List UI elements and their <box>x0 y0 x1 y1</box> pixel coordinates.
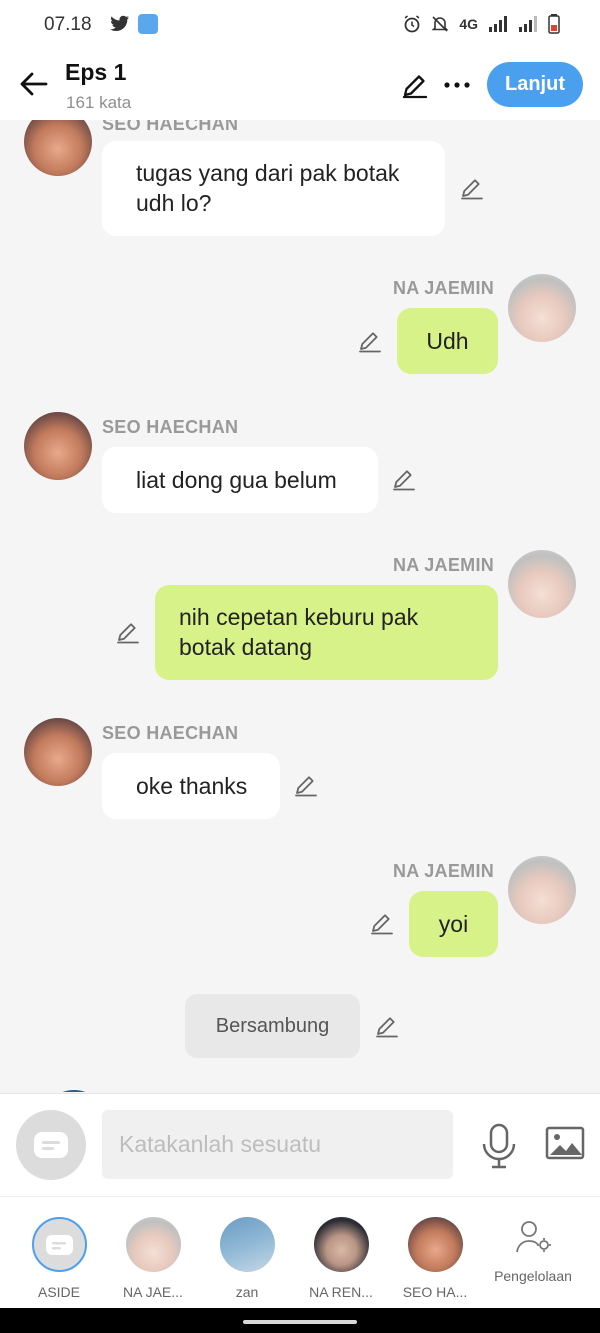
edit-message-pencil-icon[interactable] <box>357 328 383 354</box>
pencil-icon[interactable] <box>400 70 430 100</box>
character-label: Pengelolaan <box>494 1268 572 1284</box>
next-button[interactable]: Lanjut <box>487 62 583 107</box>
alarm-icon <box>404 15 420 33</box>
avatar <box>125 1217 181 1272</box>
edit-narration-pencil-icon[interactable] <box>374 1013 400 1039</box>
character-na-renjun[interactable]: NA REN... <box>296 1217 386 1300</box>
edit-message-pencil-icon[interactable] <box>293 772 319 798</box>
avatar-seo-haechan[interactable] <box>24 412 92 480</box>
message-bubble[interactable]: Udh <box>397 308 498 374</box>
novel-app-icon <box>138 14 158 34</box>
back-arrow-icon[interactable] <box>16 66 52 102</box>
aside-button[interactable] <box>16 1110 86 1180</box>
narration-bubble[interactable]: Bersambung <box>185 994 360 1058</box>
image-icon[interactable] <box>545 1126 585 1160</box>
episode-title[interactable]: Eps 1 <box>65 59 126 86</box>
character-seo-haechan[interactable]: SEO HA... <box>390 1217 480 1300</box>
message-input[interactable] <box>102 1110 453 1179</box>
aside-chat-icon <box>45 1235 73 1255</box>
speaker-name: SEO HAECHAN <box>102 723 239 743</box>
status-time: 07.18 <box>44 14 92 35</box>
character-label: zan <box>235 1284 259 1300</box>
character-label: ASIDE <box>37 1284 80 1300</box>
chat-area[interactable]: SEO HAECHAN tugas yang dari pak botak ud… <box>0 120 600 1092</box>
app-header: Eps 1 161 kata Lanjut <box>0 52 600 120</box>
avatar-na-jaemin[interactable] <box>508 856 576 924</box>
avatar-na-jaemin[interactable] <box>508 550 576 618</box>
character-na-jaemin[interactable]: NA JAE... <box>108 1217 198 1300</box>
speaker-name: NA JAEMIN <box>393 555 495 575</box>
avatar-seo-haechan[interactable] <box>24 718 92 786</box>
speaker-name: NA JAEMIN <box>393 861 495 881</box>
avatar-seo-haechan[interactable] <box>24 120 92 176</box>
message-bubble[interactable]: oke thanks <box>102 753 280 819</box>
twitter-icon <box>110 15 129 31</box>
character-aside[interactable]: ASIDE <box>14 1217 104 1300</box>
battery-icon <box>548 14 560 34</box>
message-bubble[interactable]: liat dong gua belum <box>102 447 378 513</box>
user-settings-icon <box>516 1221 551 1253</box>
signal-icon <box>489 16 507 32</box>
speaker-name: SEO HAECHAN <box>102 417 239 437</box>
edit-message-pencil-icon[interactable] <box>369 910 395 936</box>
system-nav-bar <box>0 1308 600 1333</box>
edit-message-pencil-icon[interactable] <box>459 175 485 201</box>
character-zan[interactable]: zan <box>202 1217 292 1300</box>
status-bar: 07.18 4G <box>0 0 600 52</box>
aside-avatar <box>31 1217 87 1272</box>
avatar-na-jaemin[interactable] <box>508 274 576 342</box>
signal-icon <box>519 16 537 32</box>
avatar <box>407 1217 463 1272</box>
speaker-name: NA JAEMIN <box>393 278 495 298</box>
aside-chat-icon <box>34 1132 68 1158</box>
character-label: SEO HA... <box>402 1284 468 1300</box>
edit-message-pencil-icon[interactable] <box>115 619 141 645</box>
edit-message-pencil-icon[interactable] <box>391 466 417 492</box>
speaker-name: SEO HAECHAN <box>102 120 239 134</box>
avatar-partial <box>40 1090 108 1092</box>
more-dots-icon[interactable] <box>444 70 470 100</box>
message-bubble[interactable]: tugas yang dari pak botak udh lo? <box>102 141 445 236</box>
character-label: NA REN... <box>309 1284 373 1300</box>
message-bubble[interactable]: nih cepetan keburu pak botak datang <box>155 585 498 680</box>
character-label: NA JAE... <box>123 1284 183 1300</box>
network-type: 4G <box>459 16 478 32</box>
character-selector-bar: ASIDE NA JAE... zan NA REN... SEO HA... … <box>0 1196 600 1308</box>
message-bubble[interactable]: yoi <box>409 891 498 957</box>
avatar <box>313 1217 369 1272</box>
bell-off-icon <box>431 16 449 32</box>
word-count: 161 kata <box>66 93 132 112</box>
message-input-bar <box>0 1093 600 1196</box>
manage-characters-button[interactable]: Pengelolaan <box>488 1219 578 1284</box>
home-handle[interactable] <box>243 1320 357 1324</box>
microphone-icon[interactable] <box>480 1122 518 1170</box>
avatar <box>219 1217 275 1272</box>
